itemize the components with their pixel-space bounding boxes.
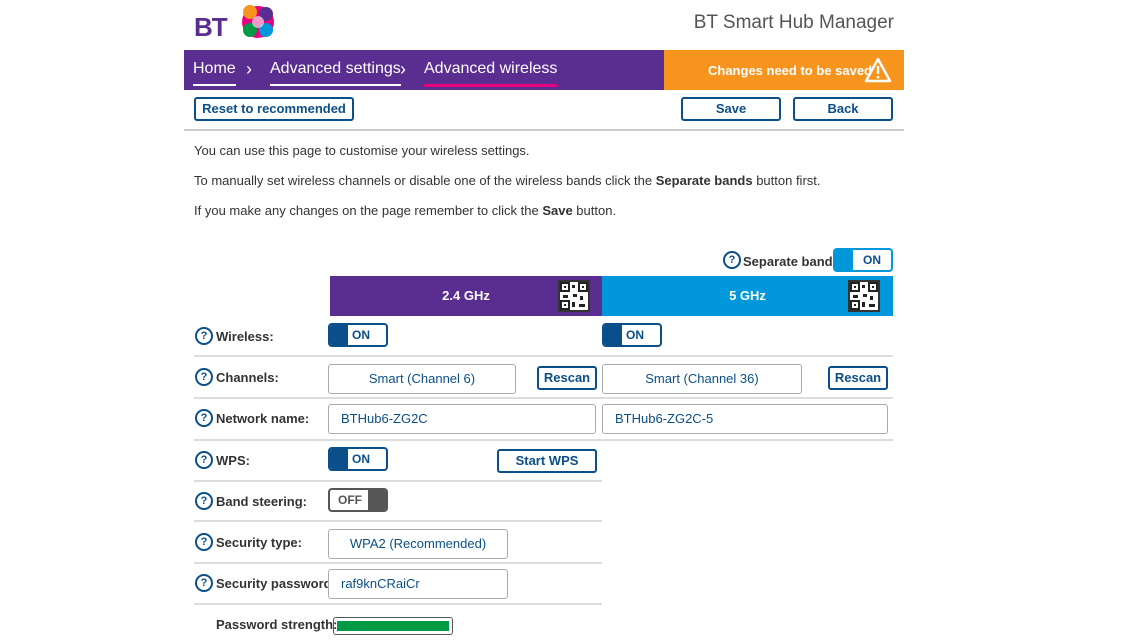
- toggle-knob: [604, 325, 622, 345]
- bt-logo: BT: [194, 4, 284, 46]
- channel-2-4ghz-select[interactable]: Smart (Channel 6): [328, 364, 516, 394]
- intro-line-2: To manually set wireless channels or dis…: [194, 173, 821, 188]
- band-label: 5 GHz: [729, 288, 766, 303]
- unsaved-changes-text: Changes need to be saved: [708, 63, 872, 78]
- help-icon[interactable]: ?: [195, 451, 213, 469]
- band-steering-label: Band steering:: [216, 494, 308, 509]
- toggle-state: ON: [626, 328, 644, 342]
- password-strength-fill: [337, 621, 449, 631]
- logo-text: BT: [194, 12, 228, 42]
- help-icon[interactable]: ?: [195, 327, 213, 345]
- channels-label: Channels:: [216, 370, 279, 385]
- intro-line-3: If you make any changes on the page reme…: [194, 203, 617, 218]
- security-type-label: Security type:: [216, 535, 302, 550]
- qr-code-icon[interactable]: [848, 280, 880, 312]
- chevron-right-icon: ›: [246, 59, 252, 79]
- toggle-state: ON: [352, 328, 370, 342]
- band-header-2-4ghz: 2.4 GHz: [330, 276, 602, 316]
- wireless-label: Wireless:: [216, 329, 274, 344]
- separate-bands-toggle[interactable]: ON: [833, 248, 893, 272]
- breadcrumb-advanced-settings[interactable]: Advanced settings: [270, 60, 401, 86]
- toggle-knob: [835, 250, 853, 270]
- rescan-2-4ghz-button[interactable]: Rescan: [537, 366, 597, 390]
- breadcrumb-home[interactable]: Home: [193, 60, 236, 86]
- unsaved-changes-banner: Changes need to be saved: [664, 50, 904, 90]
- channel-5ghz-select[interactable]: Smart (Channel 36): [602, 364, 802, 394]
- wireless-2-4ghz-toggle[interactable]: ON: [328, 323, 388, 347]
- intro-line-1: You can use this page to customise your …: [194, 143, 530, 158]
- network-name-2-4ghz-input[interactable]: BTHub6-ZG2C: [328, 404, 596, 434]
- toggle-state: OFF: [338, 493, 362, 507]
- qr-code-icon[interactable]: [558, 280, 590, 312]
- wireless-5ghz-toggle[interactable]: ON: [602, 323, 662, 347]
- separate-bands-label: Separate bands: [743, 254, 840, 269]
- band-steering-toggle[interactable]: OFF: [328, 488, 388, 512]
- row-divider: [194, 562, 602, 564]
- row-divider: [194, 520, 602, 522]
- rescan-5ghz-button[interactable]: Rescan: [828, 366, 888, 390]
- help-icon[interactable]: ?: [195, 533, 213, 551]
- bt-globe-icon: [242, 5, 274, 38]
- help-icon[interactable]: ?: [195, 574, 213, 592]
- toggle-knob: [330, 449, 348, 469]
- band-header-5ghz: 5 GHz: [602, 276, 893, 316]
- back-button[interactable]: Back: [793, 97, 893, 121]
- chevron-right-icon: ›: [400, 59, 406, 79]
- help-icon[interactable]: ?: [195, 368, 213, 386]
- wps-toggle[interactable]: ON: [328, 447, 388, 471]
- start-wps-button[interactable]: Start WPS: [497, 449, 597, 473]
- toggle-knob: [368, 490, 386, 510]
- app-title: BT Smart Hub Manager: [693, 12, 894, 33]
- help-icon[interactable]: ?: [195, 492, 213, 510]
- row-divider: [194, 439, 893, 441]
- reset-to-recommended-button[interactable]: Reset to recommended: [194, 97, 354, 121]
- toggle-state: ON: [863, 253, 881, 267]
- security-type-select[interactable]: WPA2 (Recommended): [328, 529, 508, 559]
- network-name-label: Network name:: [216, 411, 310, 426]
- band-label: 2.4 GHz: [442, 288, 490, 303]
- warning-icon: [864, 57, 892, 83]
- security-password-label: Security password:: [216, 576, 336, 591]
- row-divider: [194, 355, 893, 357]
- security-password-input[interactable]: raf9knCRaiCr: [328, 569, 508, 599]
- row-divider: [194, 480, 602, 482]
- wps-label: WPS:: [216, 453, 250, 468]
- breadcrumb-advanced-wireless[interactable]: Advanced wireless: [424, 60, 558, 87]
- breadcrumb: Home › Advanced settings › Advanced wire…: [184, 50, 664, 90]
- row-divider: [194, 603, 602, 605]
- divider: [184, 129, 904, 131]
- password-strength-meter: [333, 617, 453, 635]
- toggle-knob: [330, 325, 348, 345]
- network-name-5ghz-input[interactable]: BTHub6-ZG2C-5: [602, 404, 888, 434]
- help-icon[interactable]: ?: [723, 251, 741, 269]
- save-button[interactable]: Save: [681, 97, 781, 121]
- password-strength-label: Password strength:: [216, 617, 338, 632]
- row-divider: [194, 397, 893, 399]
- help-icon[interactable]: ?: [195, 409, 213, 427]
- toggle-state: ON: [352, 452, 370, 466]
